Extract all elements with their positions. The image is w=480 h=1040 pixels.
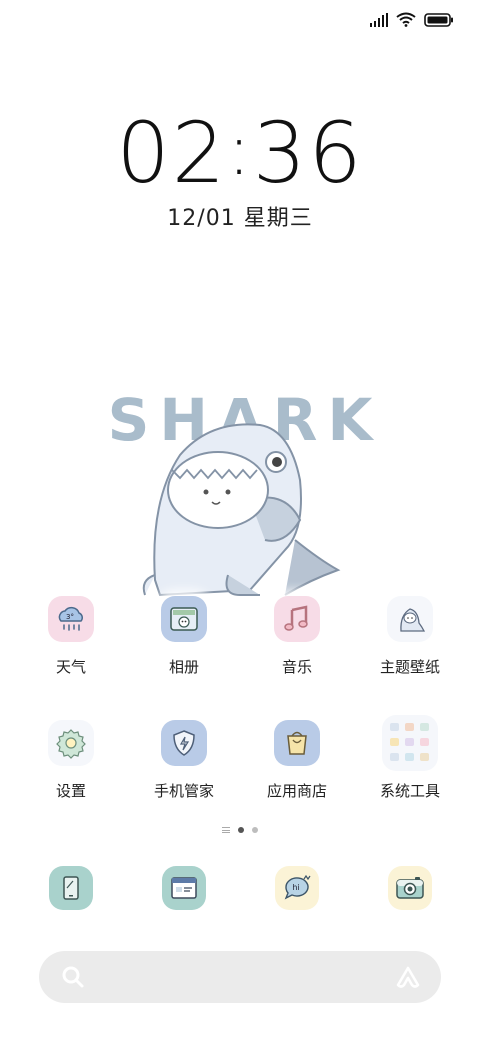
app-label: 应用商店 bbox=[266, 782, 327, 800]
messages-icon bbox=[162, 866, 206, 910]
app-label: 音乐 bbox=[281, 658, 312, 676]
svg-text:3°: 3° bbox=[66, 613, 74, 621]
page-dot bbox=[252, 827, 258, 833]
clock-hours: 02 bbox=[116, 104, 228, 202]
app-label: 系统工具 bbox=[379, 782, 440, 800]
settings-icon bbox=[48, 720, 94, 766]
search-icon bbox=[62, 966, 84, 988]
dock-phone[interactable] bbox=[11, 866, 131, 910]
app-weather[interactable]: 3° 天气 bbox=[11, 596, 131, 677]
clock-minutes: 36 bbox=[252, 104, 364, 202]
lock-clock[interactable]: 02:36 bbox=[0, 108, 480, 195]
app-label: 手机管家 bbox=[153, 782, 214, 800]
app-system-tools-folder[interactable]: 系统工具 bbox=[350, 715, 470, 801]
wifi-icon bbox=[396, 12, 416, 27]
app-store-icon bbox=[274, 720, 320, 766]
status-bar bbox=[0, 0, 480, 40]
search-bar[interactable] bbox=[39, 951, 441, 1003]
dock-messages[interactable] bbox=[124, 866, 244, 910]
dock-chat[interactable]: hi bbox=[237, 866, 357, 910]
music-icon bbox=[274, 596, 320, 642]
date-text[interactable]: 12/01 星期三 bbox=[0, 200, 480, 232]
clock-separator: : bbox=[227, 109, 253, 191]
app-themes[interactable]: 主题壁纸 bbox=[350, 596, 470, 677]
app-label: 设置 bbox=[55, 782, 86, 800]
app-label: 天气 bbox=[55, 658, 86, 676]
app-security[interactable]: 手机管家 bbox=[124, 720, 244, 801]
camera-icon bbox=[388, 866, 432, 910]
app-settings[interactable]: 设置 bbox=[11, 720, 131, 801]
security-icon bbox=[161, 720, 207, 766]
app-label: 相册 bbox=[168, 658, 199, 676]
assistant-icon[interactable] bbox=[395, 965, 421, 989]
chat-icon-text: hi bbox=[292, 883, 299, 892]
phone-icon bbox=[49, 866, 93, 910]
page-dot-active bbox=[238, 827, 244, 833]
chat-icon: hi bbox=[275, 866, 319, 910]
weather-icon: 3° bbox=[48, 596, 94, 642]
page-indicator[interactable] bbox=[0, 824, 480, 836]
system-tools-folder-icon bbox=[382, 715, 438, 771]
cellular-signal-icon bbox=[370, 12, 388, 27]
gallery-icon bbox=[161, 596, 207, 642]
app-label: 主题壁纸 bbox=[379, 658, 440, 676]
app-music[interactable]: 音乐 bbox=[237, 596, 357, 677]
app-store[interactable]: 应用商店 bbox=[237, 720, 357, 801]
page-indicator-minus-one bbox=[222, 827, 230, 833]
dock-camera[interactable] bbox=[350, 866, 470, 910]
app-gallery[interactable]: 相册 bbox=[124, 596, 244, 677]
battery-icon bbox=[424, 12, 453, 27]
shark-wallpaper: SHARK bbox=[108, 386, 372, 597]
themes-icon bbox=[387, 596, 433, 642]
